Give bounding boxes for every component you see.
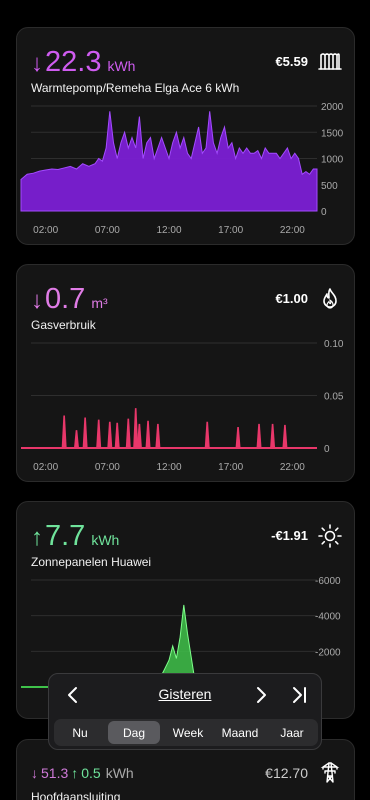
- y-tick-label: 500: [321, 181, 338, 192]
- y-tick-label: 1500: [321, 128, 344, 139]
- bar: [74, 430, 79, 448]
- bar: [155, 423, 161, 448]
- bar: [282, 424, 288, 448]
- latest-period-button[interactable]: [287, 682, 313, 708]
- heatpump-name: Warmtepomp/Remeha Elga Ace 6 kWh: [31, 81, 240, 95]
- segment-day[interactable]: Dag: [108, 721, 160, 744]
- down-arrow-icon: ↓: [31, 765, 38, 781]
- gas-value: 0.7: [45, 283, 86, 315]
- y-tick-label: 1000: [321, 155, 344, 166]
- up-arrow-icon: ↑: [71, 765, 79, 781]
- bar: [235, 427, 241, 448]
- x-tick-label: 12:00: [156, 225, 181, 236]
- down-arrow-icon: ↓: [31, 287, 43, 314]
- x-tick-label: 17:00: [218, 462, 243, 473]
- x-tick-label: 02:00: [33, 225, 58, 236]
- gas-unit: m³: [91, 295, 108, 311]
- y-tick-label: 0: [321, 207, 327, 218]
- x-tick-label: 17:00: [218, 225, 243, 236]
- bar: [145, 420, 151, 448]
- bar: [270, 423, 276, 448]
- solar-unit: kWh: [91, 532, 120, 548]
- segment-week[interactable]: Week: [162, 719, 214, 746]
- sun-icon: [318, 524, 342, 548]
- solar-header: ↑ 7.7 kWh: [31, 520, 119, 553]
- gas-card[interactable]: 0.10 0.05 0 02:00 07:00 12:00 17:00 22:00 ↓ 0.7…: [16, 264, 355, 482]
- heatpump-header: ↓ 22.3 kWh: [31, 46, 135, 79]
- heatpump-unit: kWh: [107, 58, 136, 74]
- solar-value: 7.7: [45, 520, 86, 552]
- bar: [204, 421, 210, 448]
- segment-year[interactable]: Jaar: [266, 719, 318, 746]
- y-tick-label: -4000: [315, 612, 341, 623]
- main-unit: kWh: [105, 765, 134, 781]
- y-tick-label: 0: [324, 444, 330, 455]
- radiator-icon: [318, 53, 342, 70]
- main-connection-cost: €12.70: [265, 765, 308, 781]
- solar-cost: -€1.91: [271, 528, 308, 543]
- x-tick-label: 12:00: [156, 462, 181, 473]
- y-tick-label: 0.10: [324, 339, 344, 350]
- skip-to-end-icon: [293, 687, 306, 703]
- main-connection-header: ↓ 51.3 ↑ 0.5 kWh: [31, 765, 134, 781]
- segment-now[interactable]: Nu: [54, 719, 106, 746]
- segment-month[interactable]: Maand: [214, 719, 266, 746]
- bar: [61, 415, 67, 448]
- import-value: 51.3: [41, 765, 69, 781]
- gas-name: Gasverbruik: [31, 318, 96, 332]
- period-picker: Gisteren Nu Dag Week Maand Jaar: [48, 673, 322, 750]
- chevron-right-icon: [257, 687, 266, 703]
- next-period-button[interactable]: [249, 682, 275, 708]
- bar: [82, 417, 88, 448]
- period-label[interactable]: Gisteren: [49, 686, 321, 702]
- x-tick-label: 07:00: [95, 225, 120, 236]
- bar: [125, 418, 131, 448]
- x-tick-label: 02:00: [33, 462, 58, 473]
- power-pylon-icon: [320, 762, 340, 783]
- main-connection-name: Hoofdaansluiting: [31, 790, 121, 800]
- period-segmented-control: Nu Dag Week Maand Jaar: [54, 719, 318, 746]
- x-tick-label: 07:00: [95, 462, 120, 473]
- gas-cost: €1.00: [275, 291, 308, 306]
- down-arrow-icon: ↓: [31, 50, 43, 77]
- export-value: 0.5: [81, 765, 101, 781]
- up-arrow-icon: ↑: [31, 524, 43, 551]
- y-tick-label: -2000: [315, 647, 341, 658]
- bar: [114, 422, 120, 448]
- y-tick-label: 0.05: [324, 392, 344, 403]
- y-tick-label: 2000: [321, 102, 344, 113]
- heatpump-cost: €5.59: [275, 54, 308, 69]
- flame-icon: [323, 288, 337, 309]
- heatpump-card[interactable]: 2000 1500 1000 500 0 02:00 07:00 12:00 17:00 22:0…: [16, 27, 355, 245]
- bar: [96, 419, 102, 448]
- x-tick-label: 22:00: [280, 462, 305, 473]
- solar-name: Zonnepanelen Huawei: [31, 555, 152, 569]
- series-area: [20, 111, 318, 212]
- bar: [256, 423, 262, 448]
- gas-header: ↓ 0.7 m³: [31, 283, 108, 316]
- x-tick-label: 22:00: [280, 225, 305, 236]
- period-nav: Gisteren: [49, 682, 321, 708]
- heatpump-value: 22.3: [45, 46, 102, 78]
- y-tick-label: -6000: [315, 576, 341, 587]
- bar: [107, 421, 113, 448]
